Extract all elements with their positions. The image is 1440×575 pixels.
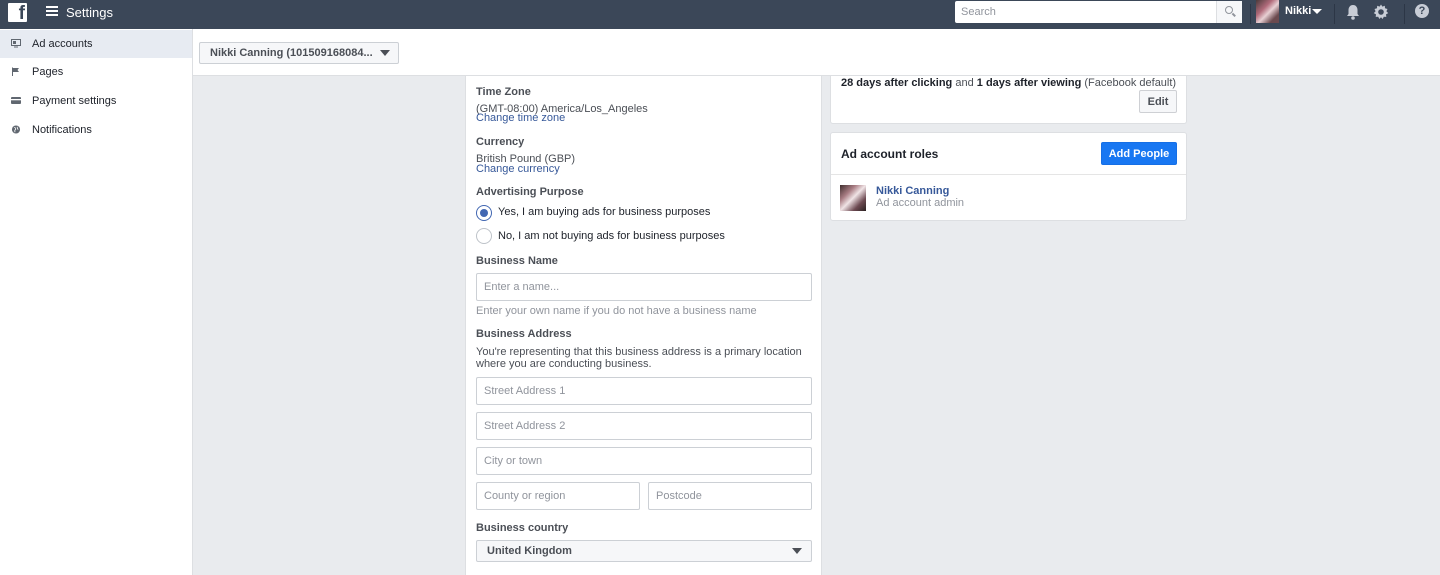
county-input[interactable] <box>476 482 640 510</box>
search-box <box>955 1 1242 23</box>
business-country-value: United Kingdom <box>487 545 572 557</box>
business-country-dropdown[interactable]: United Kingdom <box>476 540 812 562</box>
search-icon <box>1225 6 1233 14</box>
ad-account-roles-panel: Ad account roles Add People Nikki Cannin… <box>830 132 1187 221</box>
person-role: Ad account admin <box>876 197 965 209</box>
gear-icon[interactable] <box>1373 4 1389 20</box>
credit-card-icon <box>11 97 21 104</box>
divider <box>1404 4 1405 24</box>
purpose-not-business-radio[interactable] <box>476 228 492 244</box>
postcode-input[interactable] <box>648 482 812 510</box>
advertising-purpose-label: Advertising Purpose <box>476 186 584 198</box>
avatar[interactable] <box>840 185 866 211</box>
sidebar-item-label: Payment settings <box>32 95 117 107</box>
help-icon[interactable]: ? <box>1415 4 1429 18</box>
change-time-zone-link[interactable]: Change time zone <box>476 112 565 124</box>
sidebar-item-ad-accounts[interactable]: Ad accounts <box>0 30 192 58</box>
click-window: 28 days after clicking <box>841 77 953 89</box>
person-name-link[interactable]: Nikki Canning <box>876 185 949 197</box>
attribution-window-panel: 28 days after clicking and 1 days after … <box>830 76 1187 124</box>
business-country-label: Business country <box>476 522 569 534</box>
purpose-business-label[interactable]: Yes, I am buying ads for business purpos… <box>498 206 710 218</box>
attribution-and: and <box>955 77 974 89</box>
business-name-input[interactable] <box>476 273 812 301</box>
ad-account-dropdown[interactable]: Nikki Canning (101509168084... <box>199 42 399 64</box>
chevron-down-icon[interactable] <box>1312 9 1322 14</box>
ad-accounts-icon <box>11 39 21 48</box>
sidebar-item-notifications[interactable]: Notifications <box>0 116 192 144</box>
top-navigation-bar: f Settings Nikki ? <box>0 0 1440 29</box>
sidebar: Ad accounts Pages Payment settings Notif… <box>0 29 193 575</box>
sidebar-item-payment-settings[interactable]: Payment settings <box>0 87 192 115</box>
add-people-button[interactable]: Add People <box>1101 142 1177 165</box>
sidebar-item-label: Pages <box>32 66 64 78</box>
street-address-2-input[interactable] <box>476 412 812 440</box>
purpose-not-business-label[interactable]: No, I am not buying ads for business pur… <box>498 230 725 242</box>
business-address-label: Business Address <box>476 328 572 340</box>
chevron-down-icon <box>380 50 390 56</box>
sidebar-item-label: Ad accounts <box>32 38 93 50</box>
change-currency-link[interactable]: Change currency <box>476 163 560 175</box>
user-avatar[interactable] <box>1256 0 1279 23</box>
divider <box>831 174 1186 175</box>
user-name[interactable]: Nikki <box>1285 5 1311 17</box>
sidebar-item-pages[interactable]: Pages <box>0 58 192 86</box>
ad-account-settings-panel: Time Zone (GMT-08:00) America/Los_Angele… <box>465 76 822 575</box>
view-window: 1 days after viewing <box>976 77 1082 89</box>
facebook-logo[interactable]: f <box>8 3 27 24</box>
search-button[interactable] <box>1216 1 1242 23</box>
flag-icon <box>12 67 19 76</box>
divider <box>1334 4 1335 24</box>
time-zone-label: Time Zone <box>476 86 531 98</box>
divider <box>1250 4 1251 24</box>
currency-label: Currency <box>476 136 525 148</box>
business-name-label: Business Name <box>476 255 558 267</box>
account-selector-bar: Nikki Canning (101509168084... <box>193 29 1440 76</box>
ad-account-dropdown-value: Nikki Canning (101509168084... <box>210 47 373 59</box>
globe-icon <box>11 125 21 134</box>
search-input[interactable] <box>955 1 1217 23</box>
bell-icon[interactable] <box>1346 4 1360 20</box>
ad-account-roles-title: Ad account roles <box>841 147 939 161</box>
city-input[interactable] <box>476 447 812 475</box>
attribution-window-text: 28 days after clicking and 1 days after … <box>841 77 1176 89</box>
purpose-business-radio[interactable] <box>476 205 492 221</box>
attribution-default-note: (Facebook default) <box>1084 77 1177 89</box>
street-address-1-input[interactable] <box>476 377 812 405</box>
business-address-description-line-1: You're representing that this business a… <box>476 346 802 358</box>
business-name-hint: Enter your own name if you do not have a… <box>476 305 757 317</box>
menu-icon[interactable] <box>46 6 58 18</box>
edit-attribution-button[interactable]: Edit <box>1139 90 1177 113</box>
page-title: Settings <box>66 5 113 20</box>
business-address-description-line-2: where you are conducting business. <box>476 358 652 370</box>
sidebar-item-label: Notifications <box>32 124 92 136</box>
chevron-down-icon <box>792 548 802 554</box>
